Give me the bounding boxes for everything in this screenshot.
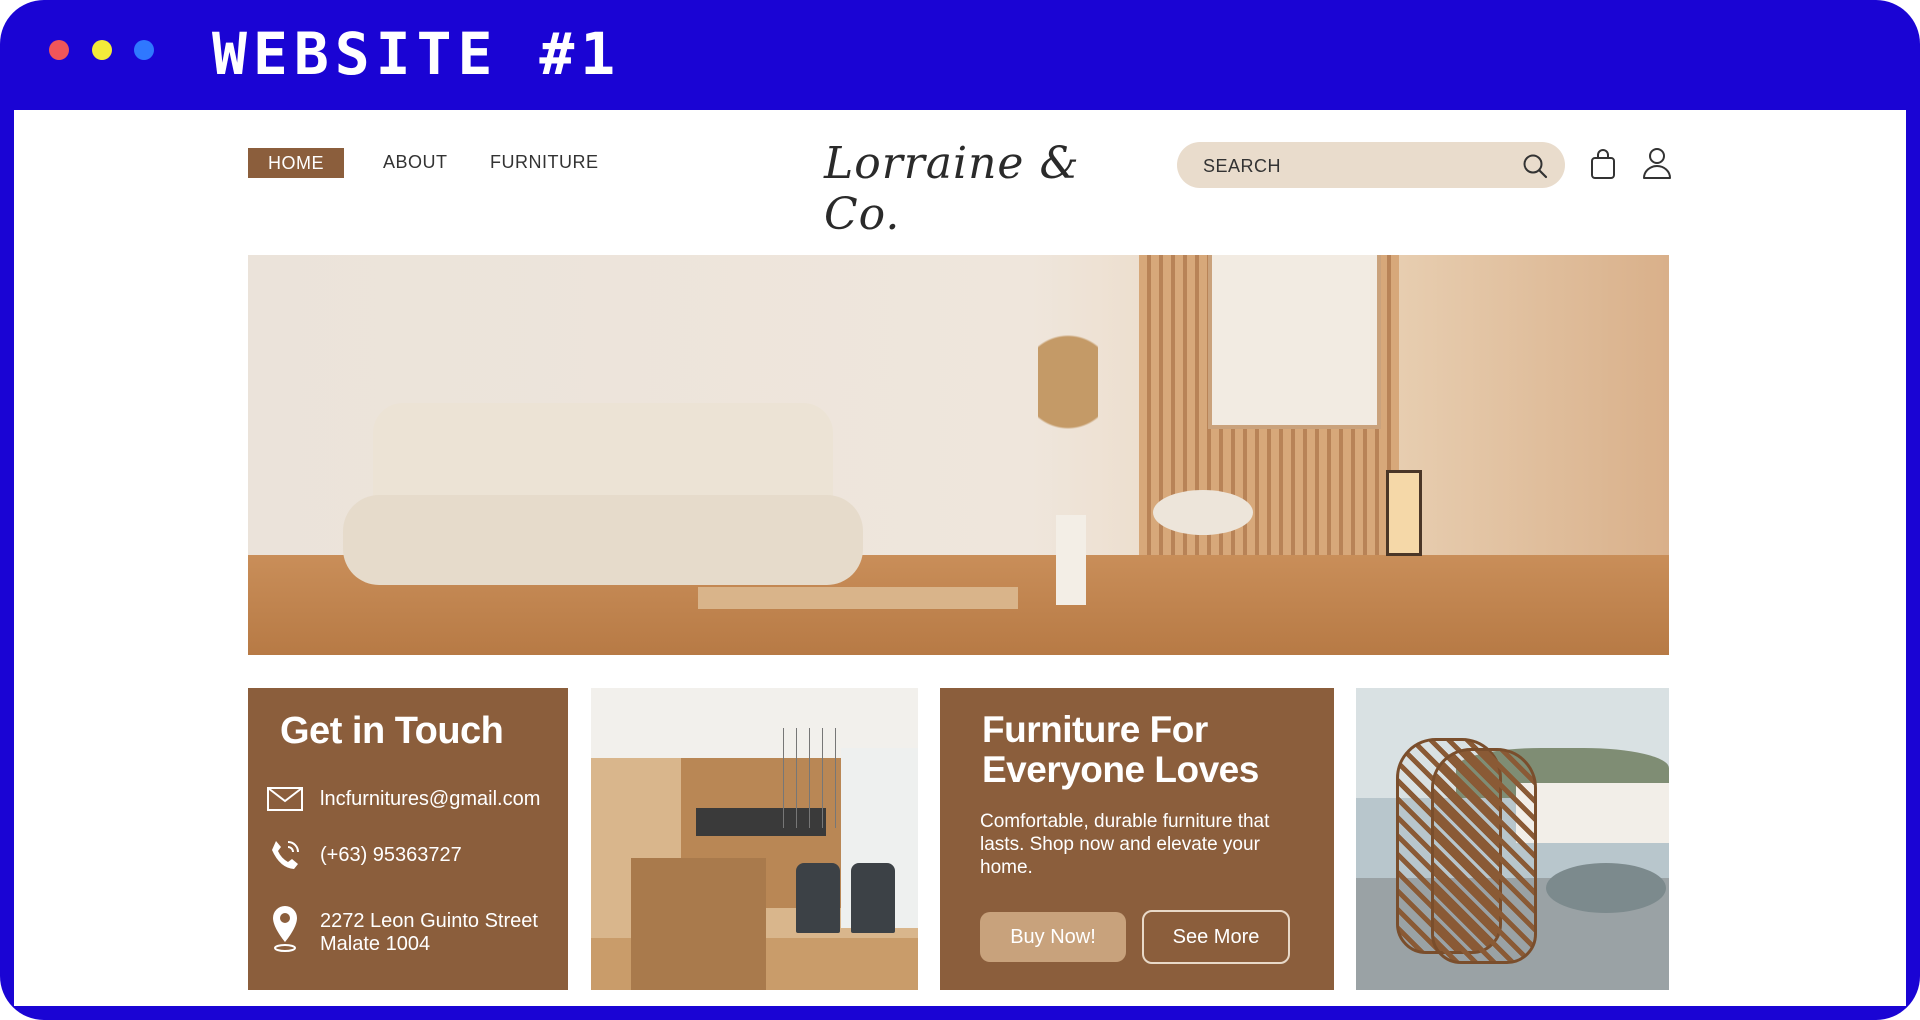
contact-address: 2272 Leon Guinto Street Malate 1004 bbox=[320, 910, 538, 956]
frame-titlebar: WEBSITE #1 bbox=[0, 0, 1920, 110]
phone-icon bbox=[266, 836, 304, 874]
close-dot-icon bbox=[49, 40, 69, 60]
hero-sofa-seat bbox=[343, 495, 863, 585]
promo-card: Furniture For Everyone Loves Comfortable… bbox=[940, 688, 1334, 990]
mail-icon bbox=[266, 780, 304, 818]
contact-email-row[interactable]: lncfurnitures@gmail.com bbox=[266, 780, 540, 818]
patio-chairs-image bbox=[1356, 688, 1669, 990]
contact-phone-row[interactable]: (+63) 95363727 bbox=[266, 836, 462, 874]
contact-card: Get in Touch lncfurnitures@gmail.com (+6… bbox=[248, 688, 568, 990]
nav-furniture[interactable]: FURNITURE bbox=[490, 152, 599, 173]
contact-title: Get in Touch bbox=[280, 710, 504, 752]
hero-coffee-table bbox=[698, 587, 1018, 609]
kitchen-island bbox=[631, 858, 766, 990]
hero-vase bbox=[1056, 515, 1086, 605]
promo-description: Comfortable, durable furniture that last… bbox=[980, 811, 1270, 878]
user-icon[interactable] bbox=[1641, 146, 1673, 180]
browser-frame: WEBSITE #1 HOME ABOUT FURNITURE Lorraine… bbox=[0, 0, 1920, 1020]
kitchen-chair bbox=[851, 863, 895, 933]
contact-email[interactable]: lncfurnitures@gmail.com bbox=[320, 788, 540, 811]
promo-title: Furniture For Everyone Loves bbox=[982, 709, 1259, 790]
chairs-ottoman bbox=[1546, 863, 1666, 913]
hero-wall-art bbox=[1208, 255, 1381, 429]
shopping-bag-icon[interactable] bbox=[1589, 148, 1617, 180]
see-more-button[interactable]: See More bbox=[1142, 910, 1290, 964]
contact-phone[interactable]: (+63) 95363727 bbox=[320, 844, 462, 867]
search-icon[interactable] bbox=[1521, 152, 1549, 180]
buy-now-button[interactable]: Buy Now! bbox=[980, 912, 1126, 962]
address-line-1: 2272 Leon Guinto Street bbox=[320, 910, 538, 932]
search-bar bbox=[1177, 142, 1565, 190]
nav-home[interactable]: HOME bbox=[248, 148, 344, 178]
address-line-2: Malate 1004 bbox=[320, 933, 431, 955]
hero-floor-lamp bbox=[1386, 470, 1422, 556]
chairs-background-sofa bbox=[1516, 783, 1669, 843]
rattan-chair bbox=[1431, 748, 1537, 964]
kitchen-image bbox=[591, 688, 918, 990]
kitchen-chair bbox=[796, 863, 840, 933]
contact-address-row: 2272 Leon Guinto Street Malate 1004 bbox=[266, 906, 538, 956]
nav-about[interactable]: ABOUT bbox=[383, 152, 448, 173]
frame-title: WEBSITE #1 bbox=[212, 20, 622, 88]
hero-stool bbox=[1153, 490, 1253, 535]
location-pin-icon bbox=[266, 906, 304, 952]
hero-image-living-room bbox=[248, 255, 1669, 655]
search-input[interactable] bbox=[1201, 142, 1505, 190]
kitchen-pendant-lamps bbox=[771, 728, 841, 828]
maximize-dot-icon bbox=[134, 40, 154, 60]
website-viewport: HOME ABOUT FURNITURE Lorraine & Co. SEAR… bbox=[14, 110, 1906, 1006]
minimize-dot-icon bbox=[92, 40, 112, 60]
brand-logo[interactable]: Lorraine & Co. bbox=[824, 138, 1104, 240]
